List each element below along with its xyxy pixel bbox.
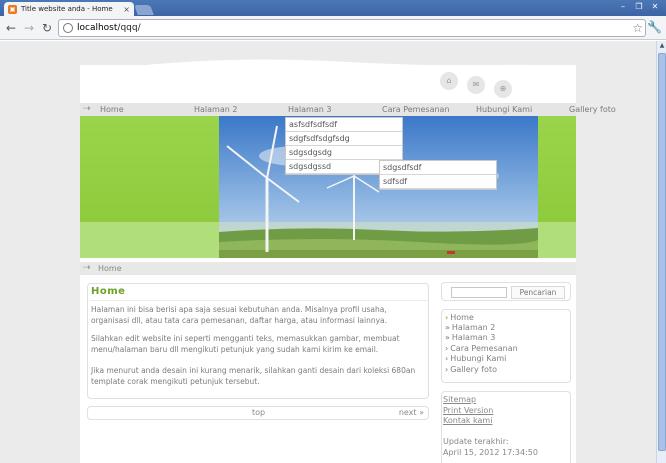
nav-item-halaman-3[interactable]: Halaman 3 [288, 103, 331, 116]
breadcrumb-home[interactable]: Home [98, 262, 122, 275]
banner-left-strip [80, 222, 219, 258]
sidebar-menu: › Home » Halaman 2 » Halaman 3 › Cara Pemesa… [441, 309, 571, 383]
main-nav: ⇢ Home Halaman 2 Halaman 3 Cara Pemesana… [80, 103, 616, 116]
content-paragraph: Jika menurut anda desain ini kurang mena… [91, 366, 416, 386]
page-title: Home [91, 286, 126, 297]
close-window-icon[interactable]: ✕ [648, 1, 662, 12]
nav-item-hubungi-kami[interactable]: Hubungi Kami [476, 103, 532, 116]
bookmark-star-icon[interactable]: ☆ [632, 21, 643, 35]
title-divider [90, 300, 428, 301]
vertical-scrollbar[interactable]: ▲ [656, 41, 666, 463]
content-paragraph: Silahkan edit website ini seperti mengga… [91, 334, 400, 354]
search-input[interactable] [451, 287, 507, 298]
update-timestamp: April 15, 2012 17:34:50 [443, 448, 538, 457]
nav-item-halaman-2[interactable]: Halaman 2 [194, 103, 237, 116]
sidebar-info: Sitemap Print Version Kontak kami Update… [441, 391, 571, 463]
window-controls: – ❐ ✕ [616, 1, 662, 12]
nav-item-cara-pemesanan[interactable]: Cara Pemesanan [382, 103, 450, 116]
dropdown-item[interactable]: sdgfsdfsdgfsdg [286, 132, 402, 146]
mail-top-icon[interactable]: ✉ [467, 76, 485, 94]
maximize-icon[interactable]: ❐ [632, 1, 646, 12]
reload-icon[interactable]: ↻ [40, 21, 54, 35]
dropdown-item[interactable]: sdgsdgsdg [286, 146, 402, 160]
pager-bar: top next » [87, 406, 429, 420]
content-panel: Home Halaman ini bisa berisi apa saja se… [87, 283, 429, 399]
nav-item-home[interactable]: Home [100, 103, 124, 116]
wrench-icon[interactable]: 🔧 [647, 20, 662, 34]
sidebar-item-halaman-2[interactable]: » Halaman 2 [445, 323, 495, 333]
sidebar-item-home[interactable]: › Home [445, 313, 474, 323]
dropdown-item[interactable]: sdfsdf [380, 175, 496, 189]
nav-item-gallery-foto[interactable]: Gallery foto [569, 103, 616, 116]
sidebar-item-gallery-foto[interactable]: › Gallery foto [445, 365, 497, 375]
scroll-up-icon[interactable]: ▲ [658, 42, 666, 50]
dropdown-submenu: sdgsdfsdf sdfsdf [379, 160, 497, 190]
sitemap-link[interactable]: Sitemap [443, 395, 476, 405]
breadcrumb-arrow-icon: ⇢ [83, 263, 91, 273]
browser-titlebar: ▣ Title website anda - Home × – ❐ ✕ [0, 0, 666, 16]
browser-toolbar: ← → ↻ localhost/qqq/ ☆ 🔧 [0, 16, 666, 40]
contact-link[interactable]: Kontak kami [443, 416, 492, 426]
forward-arrow-icon[interactable]: → [22, 21, 36, 35]
sidebar-item-halaman-3[interactable]: » Halaman 3 [445, 333, 495, 343]
scroll-thumb[interactable] [658, 53, 666, 451]
sidebar-item-cara-pemesanan[interactable]: › Cara Pemesanan [445, 344, 518, 354]
breadcrumb: ⇢ Home [80, 262, 576, 275]
new-tab-button[interactable] [134, 5, 154, 15]
url-text: localhost/qqq/ [77, 23, 141, 33]
page-info-icon[interactable] [63, 23, 73, 33]
home-top-icon[interactable]: ⌂ [440, 72, 458, 90]
print-version-link[interactable]: Print Version [443, 406, 493, 416]
browser-tab[interactable]: ▣ Title website anda - Home × [4, 2, 134, 16]
search-button[interactable]: Pencarian [511, 286, 565, 299]
nav-arrow-icon: ⇢ [83, 104, 91, 114]
banner-right-strip [538, 222, 576, 258]
favicon-icon: ▣ [8, 4, 17, 14]
header-curve [80, 59, 576, 81]
sitemap-top-icon[interactable]: ⊕ [494, 80, 512, 98]
search-panel: Pencarian [441, 282, 571, 301]
dropdown-item[interactable]: sdgsdfsdf [380, 161, 496, 175]
address-bar[interactable]: localhost/qqq/ ☆ [58, 19, 646, 37]
top-link[interactable]: top [252, 408, 265, 417]
minimize-icon[interactable]: – [616, 1, 630, 12]
content-paragraph: Halaman ini bisa berisi apa saja sesuai … [91, 305, 388, 325]
close-tab-icon[interactable]: × [123, 5, 130, 14]
sidebar-item-hubungi-kami[interactable]: › Hubungi Kami [445, 354, 506, 364]
back-arrow-icon[interactable]: ← [4, 21, 18, 35]
page-viewport: ⌂ ✉ ⊕ ⇢ Home Halaman 2 Halaman 3 Cara Pe… [0, 41, 656, 463]
tab-title: Title website anda - Home [21, 5, 113, 13]
next-link[interactable]: next » [399, 408, 424, 417]
update-label: Update terakhir: [443, 437, 509, 446]
dropdown-item[interactable]: asfsdfsdfsdf [286, 118, 402, 132]
